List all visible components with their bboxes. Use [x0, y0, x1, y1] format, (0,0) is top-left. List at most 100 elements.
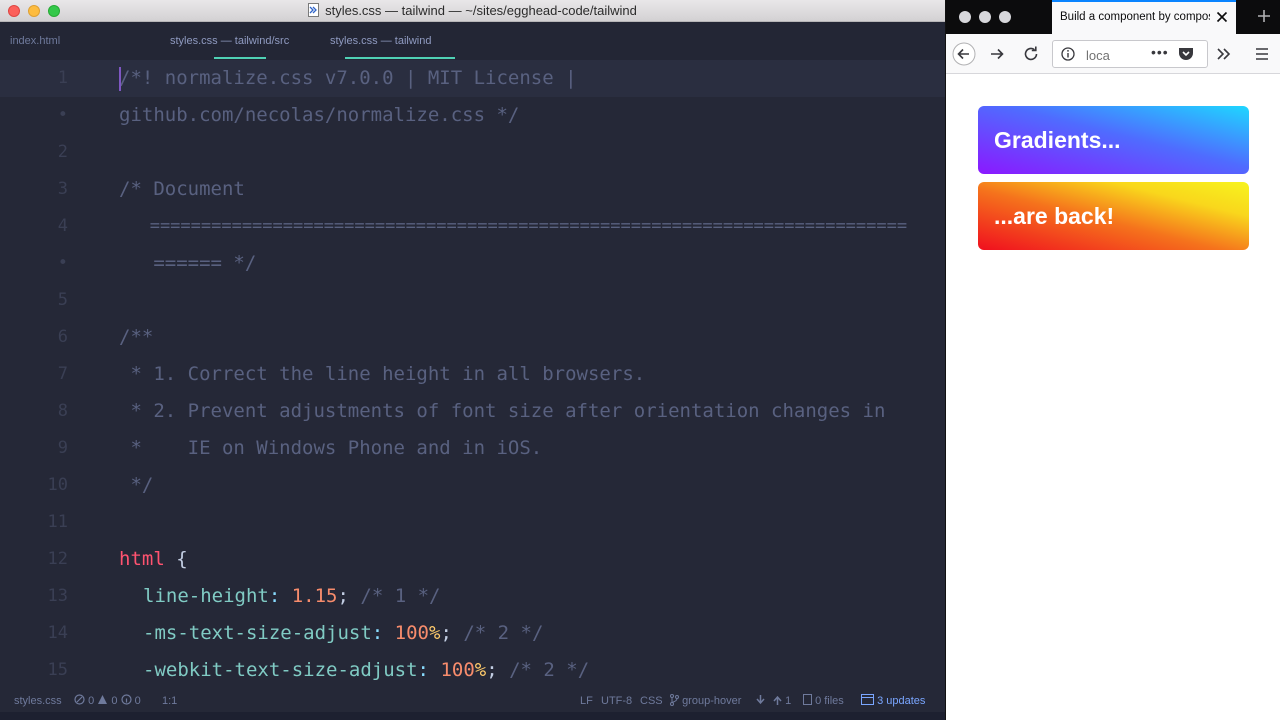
css-semicolon: ;	[440, 622, 452, 644]
css-property: -webkit-text-size-adjust	[143, 659, 418, 681]
code-line: 9 * IE on Windows Phone and in iOS.	[0, 430, 945, 467]
status-changed-files[interactable]: 0 files	[803, 690, 844, 712]
css-property: line-height	[143, 585, 269, 607]
line-number: 13	[47, 586, 68, 606]
line-number: 1	[57, 68, 68, 88]
code-line: 8 * 2. Prevent adjustments of font size …	[0, 393, 945, 430]
editor-titlebar: styles.css — tailwind — ~/sites/egghead-…	[0, 0, 945, 22]
pocket-icon[interactable]	[1178, 47, 1194, 62]
code-line: 15 -webkit-text-size-adjust: 100%; /* 2 …	[0, 652, 945, 685]
tab-indicator-active	[345, 57, 455, 59]
code-line: 1 /*! normalize.css v7.0.0 | MIT License…	[0, 60, 945, 97]
tab-indicator	[214, 57, 266, 59]
tab-styles-src[interactable]: styles.css — tailwind/src	[170, 22, 289, 60]
info-count: 0	[134, 695, 141, 707]
line-number: 9	[57, 438, 68, 458]
code-text: */	[119, 474, 154, 496]
code-text: ========================================…	[119, 216, 908, 236]
css-semicolon: ;	[486, 659, 498, 681]
info-icon	[120, 694, 132, 705]
css-colon: :	[268, 585, 292, 607]
url-text: loca	[1086, 48, 1110, 63]
arrow-down-icon	[756, 695, 765, 705]
status-cursor-position[interactable]: 1:1	[162, 690, 177, 712]
status-diagnostics[interactable]: 0 0 0	[74, 690, 141, 712]
code-line: 6 /**	[0, 319, 945, 356]
new-tab-icon[interactable]	[1256, 8, 1272, 24]
line-number: 12	[47, 549, 68, 569]
browser-window: Build a component by composing	[945, 0, 1280, 720]
warning-icon	[98, 695, 108, 704]
line-number: 6	[57, 327, 68, 347]
line-number: 11	[47, 512, 68, 532]
forward-icon[interactable]	[986, 42, 1010, 66]
code-text: ====== */	[119, 252, 257, 274]
code-text: github.com/necolas/normalize.css */	[119, 104, 520, 126]
info-icon[interactable]	[1061, 47, 1075, 61]
code-area[interactable]: 1 /*! normalize.css v7.0.0 | MIT License…	[0, 60, 945, 685]
code-text: /* Document	[119, 178, 245, 200]
line-number: 15	[47, 660, 68, 680]
back-icon[interactable]	[952, 42, 976, 66]
window-title-text: styles.css — tailwind — ~/sites/egghead-…	[325, 3, 637, 18]
gradient-card-red-yellow: ...are back!	[978, 182, 1249, 250]
gradient-card-purple-blue: Gradients...	[978, 106, 1249, 174]
hamburger-menu-icon[interactable]	[1250, 42, 1274, 66]
file-icon	[308, 3, 320, 17]
page-actions-icon[interactable]: •••	[1151, 44, 1169, 60]
status-branch[interactable]: group-hover	[670, 690, 741, 712]
code-text: html {	[119, 541, 188, 578]
line-number: 5	[57, 290, 68, 310]
reload-icon[interactable]	[1019, 42, 1043, 66]
tab-styles-tailwind[interactable]: styles.css — tailwind	[330, 22, 431, 60]
css-comment: /* 2 */	[497, 659, 590, 681]
push-count: 1	[785, 695, 792, 707]
code-text: -webkit-text-size-adjust: 100%; /* 2 */	[143, 652, 589, 685]
code-line: • ====== */	[0, 245, 945, 282]
error-count: 0	[88, 695, 95, 707]
browser-tab-title: Build a component by composing	[1060, 11, 1210, 23]
text-cursor	[119, 67, 121, 91]
browser-zoom-button[interactable]	[999, 11, 1011, 23]
code-line: • github.com/necolas/normalize.css */	[0, 97, 945, 134]
tab-index-html[interactable]: index.html	[10, 22, 60, 60]
css-value: 1.15	[291, 585, 338, 607]
line-number: •	[57, 105, 68, 125]
status-encoding[interactable]: UTF-8	[601, 690, 632, 712]
code-text: * 2. Prevent adjustments of font size af…	[119, 400, 886, 422]
file-diff-icon	[803, 694, 812, 705]
overflow-chevron-icon[interactable]	[1212, 42, 1236, 66]
status-grammar[interactable]: CSS	[640, 690, 663, 712]
code-line: 14 -ms-text-size-adjust: 100%; /* 2 */	[0, 615, 945, 652]
line-number: 10	[47, 475, 68, 495]
css-selector: html	[119, 548, 165, 570]
line-number: 14	[47, 623, 68, 643]
editor-bottom-panel	[0, 712, 945, 720]
warning-count: 0	[111, 695, 118, 707]
status-fetch[interactable]: 1	[756, 690, 791, 712]
url-bar[interactable]: loca •••	[1052, 40, 1208, 68]
arrow-up-icon	[773, 695, 782, 705]
line-number: •	[57, 253, 68, 273]
line-number: 2	[57, 142, 68, 162]
status-file-name[interactable]: styles.css	[14, 690, 62, 712]
close-icon[interactable]	[1214, 9, 1230, 25]
css-value: 100	[394, 622, 429, 644]
browser-close-button[interactable]	[959, 11, 971, 23]
editor-tab-bar: index.html styles.css — tailwind/src sty…	[0, 22, 945, 60]
code-line: 3 /* Document	[0, 171, 945, 208]
code-line: 10 */	[0, 467, 945, 504]
status-updates[interactable]: 3 updates	[861, 690, 925, 712]
git-branch-icon	[670, 694, 679, 706]
package-icon	[861, 694, 874, 705]
code-line: 4 ======================================…	[0, 208, 945, 245]
code-text: line-height: 1.15; /* 1 */	[143, 578, 440, 615]
css-comment: /* 1 */	[348, 585, 441, 607]
css-brace: {	[164, 548, 188, 570]
status-line-ending[interactable]: LF	[580, 690, 593, 712]
line-number: 4	[57, 216, 68, 236]
browser-tab[interactable]: Build a component by composing	[1052, 0, 1236, 34]
updates-text: 3 updates	[877, 695, 926, 707]
code-line: 5	[0, 282, 945, 319]
browser-minimize-button[interactable]	[979, 11, 991, 23]
